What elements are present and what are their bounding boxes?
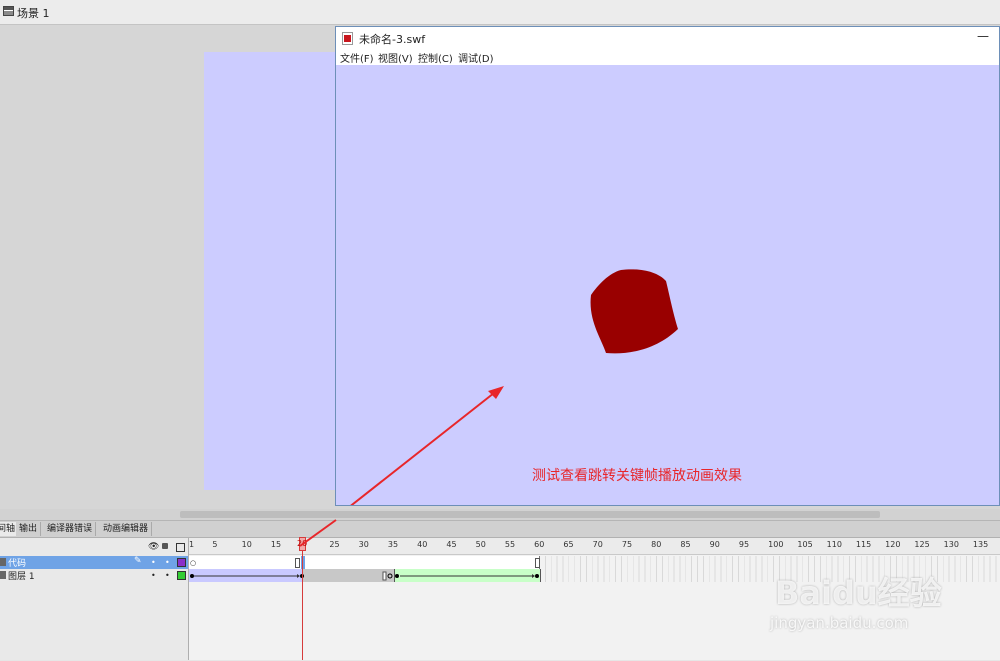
layer-icon (0, 558, 6, 566)
stage[interactable] (204, 52, 344, 490)
swf-window-title: 未命名-3.swf (359, 33, 426, 46)
playhead-frame-number: 20 (297, 539, 308, 548)
frame-ruler[interactable]: 1510152025303540455055606570758085909510… (189, 538, 1000, 555)
ruler-tick-35: 35 (387, 540, 399, 549)
ruler-tick-40: 40 (417, 540, 428, 549)
panel-tabs: 时间轴 输出 编译器错误 动画编辑器 (0, 521, 1000, 538)
ruler-tick-55: 55 (504, 540, 516, 549)
ruler-tick-5: 5 (212, 540, 218, 549)
ruler-tick-95: 95 (738, 540, 750, 549)
watermark-url: jingyan.baidu.com (770, 614, 909, 632)
swf-stage: 测试查看跳转关键帧播放动画效果 (336, 65, 999, 505)
scene-label[interactable]: 场景 1 (17, 5, 50, 21)
frame-end-marker (535, 558, 540, 568)
layer-list: 👁 代码 ✎ • • 图层 1 • • (0, 538, 189, 660)
ruler-tick-15: 15 (270, 540, 282, 549)
ruler-tick-70: 70 (592, 540, 603, 549)
ruler-tick-60: 60 (534, 540, 545, 549)
watermark-brand: Baidu经验 (775, 574, 942, 612)
flash-file-icon (342, 32, 353, 45)
layer-row-layer1[interactable]: 图层 1 • • (0, 569, 188, 582)
pencil-icon: ✎ (134, 556, 142, 566)
ruler-tick-90: 90 (709, 540, 720, 549)
annotation-text: 测试查看跳转关键帧播放动画效果 (532, 468, 742, 484)
ruler-tick-85: 85 (680, 540, 691, 549)
ruler-tick-10: 10 (241, 540, 252, 549)
layer-name: 代码 (8, 559, 27, 569)
ruler-tick-125: 125 (914, 540, 930, 549)
tab-output[interactable]: 输出 (16, 522, 42, 536)
minimize-button[interactable]: — (977, 29, 989, 43)
swf-player-window[interactable]: 未命名-3.swf — 文件(F) 视图(V) 控制(C) 调试(D) 测试查看… (335, 26, 1000, 506)
outline-icon[interactable] (176, 543, 185, 552)
ruler-tick-50: 50 (475, 540, 486, 549)
lock-dot[interactable]: • (165, 558, 170, 567)
layer-row-code[interactable]: 代码 ✎ • • (0, 556, 188, 569)
ruler-tick-1: 1 (189, 540, 195, 549)
playhead[interactable]: 20 (297, 537, 308, 551)
horizontal-scrollbar[interactable] (0, 509, 1000, 520)
ruler-tick-75: 75 (621, 540, 633, 549)
swf-canvas (350, 269, 678, 505)
scrollbar-thumb[interactable] (180, 511, 880, 518)
ruler-tick-130: 130 (943, 540, 959, 549)
menu-debug[interactable]: 调试(D) (458, 50, 494, 65)
layer-name: 图层 1 (8, 572, 35, 582)
lock-icon[interactable] (162, 543, 168, 549)
ruler-tick-45: 45 (446, 540, 457, 549)
ruler-tick-80: 80 (651, 540, 662, 549)
ruler-tick-100: 100 (768, 540, 784, 549)
ruler-tick-120: 120 (885, 540, 901, 549)
clapperboard-icon (3, 6, 14, 16)
ruler-tick-135: 135 (972, 540, 989, 549)
visibility-dot[interactable]: • (151, 571, 156, 580)
ruler-tick-115: 115 (855, 540, 872, 549)
frame-span[interactable] (189, 556, 540, 569)
menu-control[interactable]: 控制(C) (418, 50, 453, 65)
empty-keyframe[interactable]: ○ (190, 559, 196, 567)
layer-icon (0, 571, 6, 579)
ruler-tick-25: 25 (329, 540, 340, 549)
ruler-tick-105: 105 (797, 540, 813, 549)
animated-shape (590, 269, 678, 354)
frame-end-marker (295, 558, 300, 568)
visibility-dot[interactable]: • (151, 558, 156, 567)
swf-titlebar: 未命名-3.swf — (336, 27, 999, 49)
menu-file[interactable]: 文件(F) (340, 50, 374, 65)
eye-icon[interactable]: 👁 (148, 542, 159, 552)
ruler-tick-65: 65 (563, 540, 574, 549)
tween-arrows (190, 571, 539, 581)
annotation-arrow (350, 392, 495, 505)
swf-menubar: 文件(F) 视图(V) 控制(C) 调试(D) (336, 49, 999, 66)
tab-compiler-errors[interactable]: 编译器错误 (44, 522, 97, 536)
scene-bar: 场景 1 (0, 0, 1000, 25)
layer-color-swatch[interactable] (177, 571, 186, 580)
ruler-tick-30: 30 (358, 540, 369, 549)
layer-color-swatch[interactable] (177, 558, 186, 567)
lock-dot[interactable]: • (165, 571, 170, 580)
tab-motion-editor[interactable]: 动画编辑器 (100, 522, 153, 536)
playhead-line (302, 538, 303, 660)
menu-view[interactable]: 视图(V) (378, 50, 413, 65)
ruler-tick-110: 110 (826, 540, 842, 549)
